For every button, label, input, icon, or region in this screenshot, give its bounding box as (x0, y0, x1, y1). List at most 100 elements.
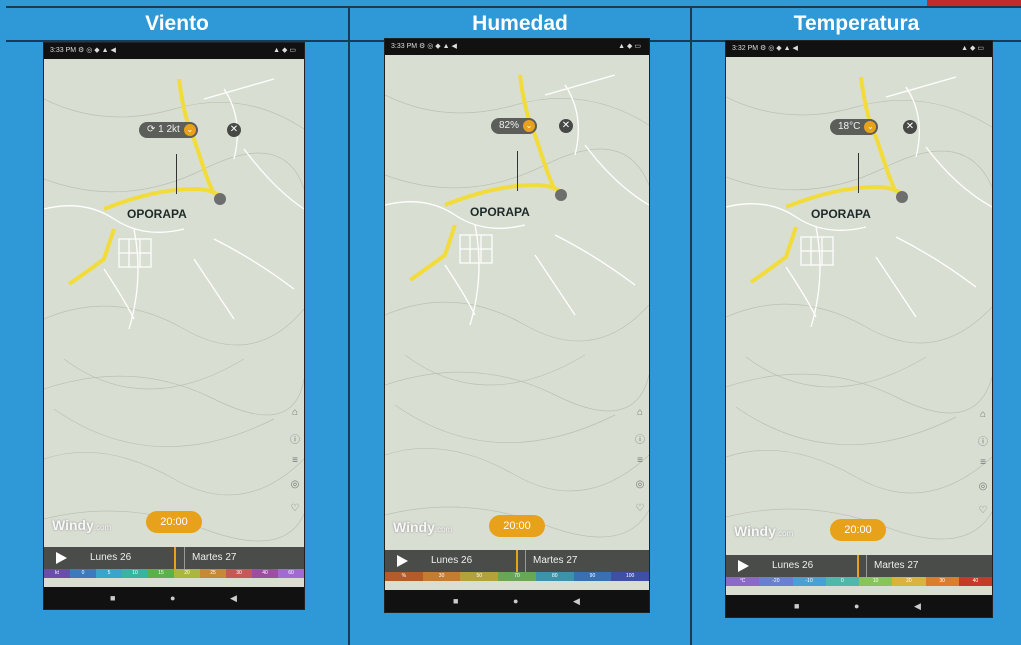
map-tools: ⌂ ⓘ ≡ ◎ ♡ (288, 407, 302, 527)
scale-segment: 40 (958, 577, 992, 586)
status-icons-left: ⚙ ◎ ◆ ▲ ◀ (419, 43, 457, 50)
reading-pill[interactable]: ⟳ 1 2kt ⌄ (139, 122, 198, 138)
scale-segment: kt (44, 569, 70, 578)
home-icon[interactable]: ● (513, 590, 518, 612)
layers-icon[interactable]: ⌂ (633, 407, 647, 431)
status-icons-right: ▲ ◆ ▭ (618, 43, 641, 50)
android-nav-bar: ■ ● ◀ (44, 587, 304, 609)
map-tools: ⌂ ⓘ ≡ ◎ ♡ (976, 409, 990, 529)
chevron-down-icon[interactable]: ⌄ (523, 120, 536, 132)
status-icons-right: ▲ ◆ ▭ (961, 45, 984, 52)
android-nav-bar: ■ ● ◀ (726, 595, 992, 617)
day-label-2[interactable]: Martes 27 (192, 547, 236, 569)
time-bubble[interactable]: 20:00 (146, 511, 202, 533)
play-icon[interactable] (738, 560, 749, 572)
scale-segment: -10 (792, 577, 826, 586)
location-icon[interactable]: ◎ (976, 481, 990, 505)
day-label-1[interactable]: Lunes 26 (90, 547, 131, 569)
stop-icon[interactable]: ■ (110, 587, 115, 609)
status-icons-left: ⚙ ◎ ◆ ▲ ◀ (78, 47, 116, 54)
windy-logo: Windy.com (734, 523, 794, 539)
play-icon[interactable] (397, 555, 408, 567)
scale-segment: 80 (535, 572, 574, 581)
reading-pill[interactable]: 82% ⌄ (491, 118, 538, 134)
scale-segment: 20 (892, 577, 926, 586)
back-icon[interactable]: ◀ (573, 590, 580, 612)
status-time: 3:32 PM (732, 45, 759, 52)
back-icon[interactable]: ◀ (230, 587, 237, 609)
map-area[interactable]: OPORAPA 82% ⌄ ✕ ⌂ ⓘ ≡ ◎ ♡ Windy.com 20:0… (385, 55, 649, 560)
chevron-down-icon[interactable]: ⌄ (864, 121, 877, 133)
windy-logo: Windy.com (52, 517, 112, 533)
scale-segment: 30 (226, 569, 252, 578)
close-icon[interactable]: ✕ (903, 120, 917, 134)
phone-screenshot: 3:33 PM ⚙ ◎ ◆ ▲ ◀ ▲ ◆ ▭ (43, 42, 305, 610)
town-label: OPORAPA (470, 205, 530, 219)
day-label-2[interactable]: Martes 27 (874, 555, 918, 577)
heart-icon[interactable]: ♡ (633, 503, 647, 527)
status-bar: 3:33 PM ⚙ ◎ ◆ ▲ ◀ ▲ ◆ ▭ (385, 39, 649, 55)
timeline-bar[interactable]: Lunes 26 Martes 27 (385, 550, 649, 572)
color-scale: °C -20 -10 0 10 20 30 40 (726, 577, 992, 586)
day-label-1[interactable]: Lunes 26 (431, 550, 472, 572)
time-cursor[interactable] (857, 555, 859, 577)
day-label-2[interactable]: Martes 27 (533, 550, 577, 572)
info-icon[interactable]: ⓘ (633, 431, 647, 455)
scale-segment: % (385, 572, 423, 581)
layers-icon[interactable]: ⌂ (976, 409, 990, 433)
chevron-down-icon[interactable]: ⌄ (183, 124, 196, 136)
windy-logo: Windy.com (393, 519, 453, 535)
reading-value: ⟳ 1 2kt (147, 124, 180, 135)
back-icon[interactable]: ◀ (914, 595, 921, 617)
column-viento: Viento 3:33 PM ⚙ ◎ ◆ ▲ ◀ ▲ ◆ ▭ OPORAPA ⟳… (6, 0, 348, 645)
timeline-bar[interactable]: Lunes 26 Martes 27 (726, 555, 992, 577)
scale-segment: 0 (825, 577, 859, 586)
scale-segment: °C (726, 577, 760, 586)
phone-screenshot: 3:32 PM ⚙ ◎ ◆ ▲ ◀ ▲ ◆ ▭ OPORAPA 18°C ⌄ ✕… (725, 40, 993, 618)
scale-segment: 10 (122, 569, 148, 578)
heart-icon[interactable]: ♡ (976, 505, 990, 529)
close-icon[interactable]: ✕ (227, 123, 241, 137)
phone-screenshot: 3:33 PM ⚙ ◎ ◆ ▲ ◀ ▲ ◆ ▭ (384, 38, 650, 613)
column-title: Temperatura (692, 6, 1021, 42)
time-cursor[interactable] (516, 550, 518, 572)
map-area[interactable]: OPORAPA ⟳ 1 2kt ⌄ ✕ ⌂ ⓘ ≡ ◎ ♡ Windy.com … (44, 59, 304, 557)
stop-icon[interactable]: ■ (453, 590, 458, 612)
map-area[interactable]: OPORAPA 18°C ⌄ ✕ ⌂ ⓘ ≡ ◎ ♡ Windy.com 20:… (726, 57, 992, 565)
stop-icon[interactable]: ■ (794, 595, 799, 617)
location-pin-line (517, 151, 518, 191)
menu-icon[interactable]: ≡ (633, 455, 647, 479)
time-cursor[interactable] (174, 547, 176, 569)
scale-segment: 0 (70, 569, 96, 578)
scale-segment: 50 (460, 572, 499, 581)
timeline-bar[interactable]: Lunes 26 Martes 27 (44, 547, 304, 569)
menu-icon[interactable]: ≡ (288, 455, 302, 479)
info-icon[interactable]: ⓘ (288, 431, 302, 455)
status-icons-left: ⚙ ◎ ◆ ▲ ◀ (760, 45, 798, 52)
location-icon[interactable]: ◎ (633, 479, 647, 503)
status-time: 3:33 PM (391, 43, 418, 50)
close-icon[interactable]: ✕ (559, 119, 573, 133)
reading-pill[interactable]: 18°C ⌄ (830, 119, 879, 135)
time-bubble[interactable]: 20:00 (830, 519, 886, 541)
layers-icon[interactable]: ⌂ (288, 407, 302, 431)
scale-segment: 15 (148, 569, 174, 578)
column-humedad: Humedad 3:33 PM ⚙ ◎ ◆ ▲ ◀ ▲ ◆ ▭ OPORAPA … (350, 0, 690, 645)
column-temperatura: Temperatura 3:32 PM ⚙ ◎ ◆ ▲ ◀ ▲ ◆ ▭ OPOR… (692, 0, 1021, 645)
day-label-1[interactable]: Lunes 26 (772, 555, 813, 577)
scale-segment: 40 (252, 569, 278, 578)
scale-segment: 100 (611, 572, 649, 581)
day-separator (184, 547, 185, 569)
scale-segment: 70 (498, 572, 536, 581)
location-icon[interactable]: ◎ (288, 479, 302, 503)
info-icon[interactable]: ⓘ (976, 433, 990, 457)
home-icon[interactable]: ● (170, 587, 175, 609)
time-bubble[interactable]: 20:00 (489, 515, 545, 537)
menu-icon[interactable]: ≡ (976, 457, 990, 481)
play-icon[interactable] (56, 552, 67, 564)
town-label: OPORAPA (127, 207, 187, 221)
status-time: 3:33 PM (50, 47, 77, 54)
android-nav-bar: ■ ● ◀ (385, 590, 649, 612)
heart-icon[interactable]: ♡ (288, 503, 302, 527)
home-icon[interactable]: ● (854, 595, 859, 617)
